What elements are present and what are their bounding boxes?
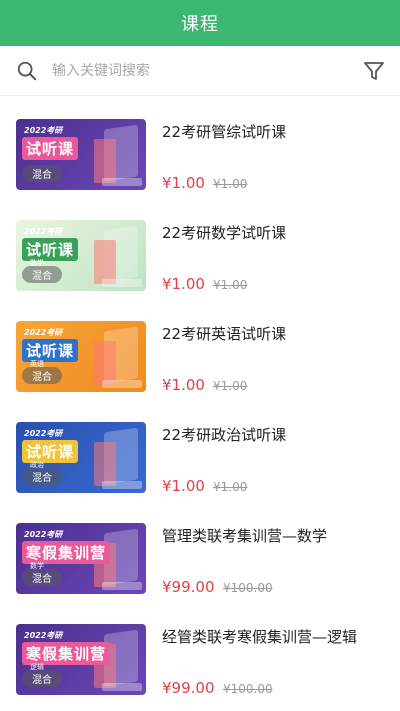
course-item[interactable]: 2022考研 试听课 混合 22考研管综试听课 ¥1.00 ¥1.00 <box>0 97 400 198</box>
course-price: ¥1.00 <box>162 477 205 495</box>
thumbnail-title: 试听课 <box>22 137 79 160</box>
course-type-badge: 混合 <box>22 165 62 182</box>
course-item[interactable]: 2022考研 寒假集训营 逻辑 混合 经管类联考寒假集训营—逻辑 ¥99.00 … <box>0 602 400 703</box>
course-title[interactable]: 22考研英语试听课 <box>162 323 286 344</box>
course-title[interactable]: 管理类联考集训营—数学 <box>162 525 327 546</box>
course-type-badge: 混合 <box>22 367 62 384</box>
search-bar <box>0 46 400 96</box>
thumbnail-year: 2022考研 <box>24 631 63 640</box>
course-title[interactable]: 22考研管综试听课 <box>162 121 286 142</box>
course-original-price: ¥100.00 <box>223 581 273 595</box>
course-original-price: ¥1.00 <box>213 177 248 191</box>
filter-icon[interactable] <box>362 59 386 83</box>
course-type-badge: 混合 <box>22 468 62 485</box>
thumbnail-year: 2022考研 <box>24 429 63 438</box>
course-item[interactable]: 2022考研 试听课 数学 混合 22考研数学试听课 ¥1.00 ¥1.00 <box>0 198 400 299</box>
page-title: 课程 <box>181 14 219 35</box>
course-thumbnail: 2022考研 试听课 英语 混合 <box>16 321 146 392</box>
course-type-badge: 混合 <box>22 569 62 586</box>
thumbnail-year: 2022考研 <box>24 328 63 337</box>
app-header: 课程 <box>0 0 400 46</box>
course-thumbnail: 2022考研 试听课 混合 <box>16 119 146 190</box>
course-title[interactable]: 经管类联考寒假集训营—逻辑 <box>162 626 357 647</box>
course-thumbnail: 2022考研 试听课 数学 混合 <box>16 220 146 291</box>
course-type-badge: 混合 <box>22 266 62 283</box>
course-thumbnail: 2022考研 试听课 政治 混合 <box>16 422 146 493</box>
course-title[interactable]: 22考研数学试听课 <box>162 222 286 243</box>
course-original-price: ¥100.00 <box>223 682 273 696</box>
course-title[interactable]: 22考研政治试听课 <box>162 424 286 445</box>
course-price: ¥1.00 <box>162 275 205 293</box>
course-item[interactable]: 2022考研 寒假集训营 数学 混合 管理类联考集训营—数学 ¥99.00 ¥1… <box>0 501 400 602</box>
course-list: 2022考研 试听课 混合 22考研管综试听课 ¥1.00 ¥1.00 2022… <box>0 97 400 703</box>
thumbnail-year: 2022考研 <box>24 227 63 236</box>
course-price: ¥99.00 <box>162 679 215 697</box>
course-original-price: ¥1.00 <box>213 480 248 494</box>
search-icon[interactable] <box>16 60 38 82</box>
course-price: ¥1.00 <box>162 174 205 192</box>
course-original-price: ¥1.00 <box>213 278 248 292</box>
course-thumbnail: 2022考研 寒假集训营 逻辑 混合 <box>16 624 146 695</box>
course-item[interactable]: 2022考研 试听课 政治 混合 22考研政治试听课 ¥1.00 ¥1.00 <box>0 400 400 501</box>
course-price: ¥99.00 <box>162 578 215 596</box>
search-input[interactable] <box>52 62 362 79</box>
course-price: ¥1.00 <box>162 376 205 394</box>
course-original-price: ¥1.00 <box>213 379 248 393</box>
course-item[interactable]: 2022考研 试听课 英语 混合 22考研英语试听课 ¥1.00 ¥1.00 <box>0 299 400 400</box>
thumbnail-year: 2022考研 <box>24 126 63 135</box>
thumbnail-year: 2022考研 <box>24 530 63 539</box>
course-type-badge: 混合 <box>22 670 62 687</box>
course-thumbnail: 2022考研 寒假集训营 数学 混合 <box>16 523 146 594</box>
